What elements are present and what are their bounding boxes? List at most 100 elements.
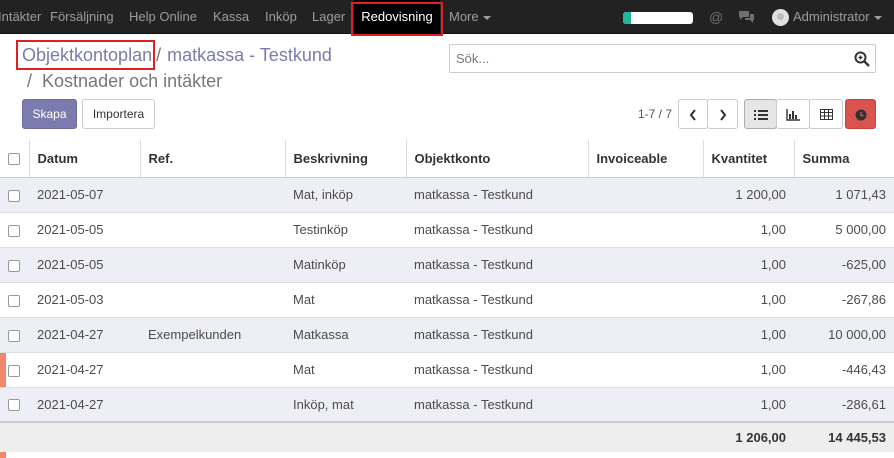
menu-item-kassa[interactable]: Kassa [213,0,249,34]
cell-description: Mat [285,352,406,388]
row-select-cell[interactable] [0,247,29,283]
cell-description: Mat, inköp [285,177,406,213]
cell-date: 2021-04-27 [29,352,140,388]
table-header-row: Datum Ref. Beskrivning Objektkonto Invoi… [0,140,894,178]
progress-bar [623,12,693,24]
search-input[interactable] [456,49,836,68]
cell-ref [140,352,285,388]
import-button[interactable]: Importera [82,99,155,129]
table-totals-row: 1 206,00 14 445,53 [0,421,894,452]
cell-ref [140,387,285,423]
column-header-objektkonto[interactable]: Objektkonto [406,140,589,178]
cell-account: matkassa - Testkund [406,247,588,283]
totals-spacer [0,421,29,452]
pager-next-button[interactable] [707,99,738,129]
cell-ref: Exempelkunden [140,317,285,353]
create-button[interactable]: Skapa [22,99,77,129]
menu-item-inkop[interactable]: Inköp [265,0,297,34]
row-checkbox[interactable] [8,259,20,272]
menu-item-redovisning[interactable]: Redovisning [354,0,440,34]
list-view-button[interactable] [744,99,777,129]
row-checkbox[interactable] [8,189,20,202]
row-checkbox[interactable] [8,294,20,307]
page-title: Kostnader och intäkter [42,71,223,91]
row-checkbox[interactable] [8,224,20,237]
cell-invoiceable [588,212,703,248]
table-row[interactable]: 2021-05-05 Testinköp matkassa - Testkund… [0,212,894,248]
cell-description: Inköp, mat [285,387,406,423]
cell-account: matkassa - Testkund [406,387,588,423]
breadcrumb-sub-separator: / [27,71,33,91]
cell-amount: 5 000,00 [794,212,894,248]
cell-amount: 1 071,43 [794,177,894,213]
cell-invoiceable [588,352,703,388]
cell-account: matkassa - Testkund [406,212,588,248]
totals-spacer [140,421,285,452]
row-select-cell[interactable] [0,282,29,318]
menu-item-more[interactable]: More [449,0,491,34]
search-icon[interactable] [854,51,870,70]
cell-invoiceable [588,387,703,423]
breadcrumb-current[interactable]: matkassa - Testkund [167,45,332,65]
menu-item-lager[interactable]: Lager [312,0,345,34]
menu-item-intakter[interactable]: Intäkter [0,0,41,34]
cell-description: Mat [285,282,406,318]
cell-amount: -625,00 [794,247,894,283]
cell-account: matkassa - Testkund [406,282,588,318]
table-row[interactable]: 2021-05-03 Mat matkassa - Testkund 1,00 … [0,282,894,318]
pivot-view-button[interactable] [809,99,843,129]
table-row[interactable]: 2021-05-07 Mat, inköp matkassa - Testkun… [0,177,894,213]
cell-ref [140,247,285,283]
row-checkbox[interactable] [8,399,20,412]
column-header-datum[interactable]: Datum [29,140,141,178]
cell-amount: -286,61 [794,387,894,423]
breadcrumb-sub: / Kostnader och intäkter [27,70,222,92]
row-select-cell[interactable] [0,317,29,353]
menu-item-help-online[interactable]: Help Online [129,0,197,34]
clock-icon [855,109,866,121]
cell-invoiceable [588,177,703,213]
column-header-kvantitet[interactable]: Kvantitet [703,140,795,178]
row-select-cell[interactable] [0,352,29,388]
breadcrumb-separator: / [156,45,162,65]
progress-fill [623,12,632,24]
user-menu[interactable]: Administrator [793,0,882,34]
chat-icon[interactable] [738,10,755,27]
cell-ref [140,282,285,318]
row-checkbox[interactable] [8,364,20,377]
column-header-beskrivning[interactable]: Beskrivning [285,140,407,178]
row-checkbox[interactable] [8,329,20,342]
table-row[interactable]: 2021-04-27 Exempelkunden Matkassa matkas… [0,317,894,353]
activity-view-button[interactable] [845,99,876,129]
cell-date: 2021-04-27 [29,317,140,353]
table-row[interactable]: 2021-05-05 Matinköp matkassa - Testkund … [0,247,894,283]
row-select-cell[interactable] [0,387,29,423]
column-header-invoiceable[interactable]: Invoiceable [588,140,704,178]
avatar[interactable] [772,9,789,26]
pivot-view-icon [819,109,833,121]
row-select-cell[interactable] [0,177,29,213]
row-select-cell[interactable] [0,212,29,248]
table-row[interactable]: 2021-04-27 Mat matkassa - Testkund 1,00 … [0,352,894,388]
cell-quantity: 1,00 [703,282,794,318]
select-all-cell[interactable] [0,140,30,178]
menu-item-forsaljning[interactable]: Försäljning [50,0,114,34]
cell-amount: 10 000,00 [794,317,894,353]
cell-date: 2021-05-05 [29,247,140,283]
chevron-right-icon [719,109,726,121]
cell-date: 2021-04-27 [29,387,140,423]
table-row[interactable]: 2021-04-27 Inköp, mat matkassa - Testkun… [0,387,894,423]
pager-previous-button[interactable] [678,99,708,129]
cell-invoiceable [588,317,703,353]
select-all-checkbox[interactable] [8,153,20,166]
at-icon[interactable]: @ [709,9,723,25]
graph-view-button[interactable] [776,99,810,129]
caret-down-icon [482,15,491,20]
column-header-ref[interactable]: Ref. [140,140,286,178]
analytic-lines-table: Datum Ref. Beskrivning Objektkonto Invoi… [0,140,894,452]
totals-spacer [285,421,406,452]
column-header-summa[interactable]: Summa [794,140,894,178]
breadcrumb-root[interactable]: Objektkontoplan [22,45,152,65]
cell-quantity: 1,00 [703,212,794,248]
total-quantity: 1 206,00 [703,421,794,452]
